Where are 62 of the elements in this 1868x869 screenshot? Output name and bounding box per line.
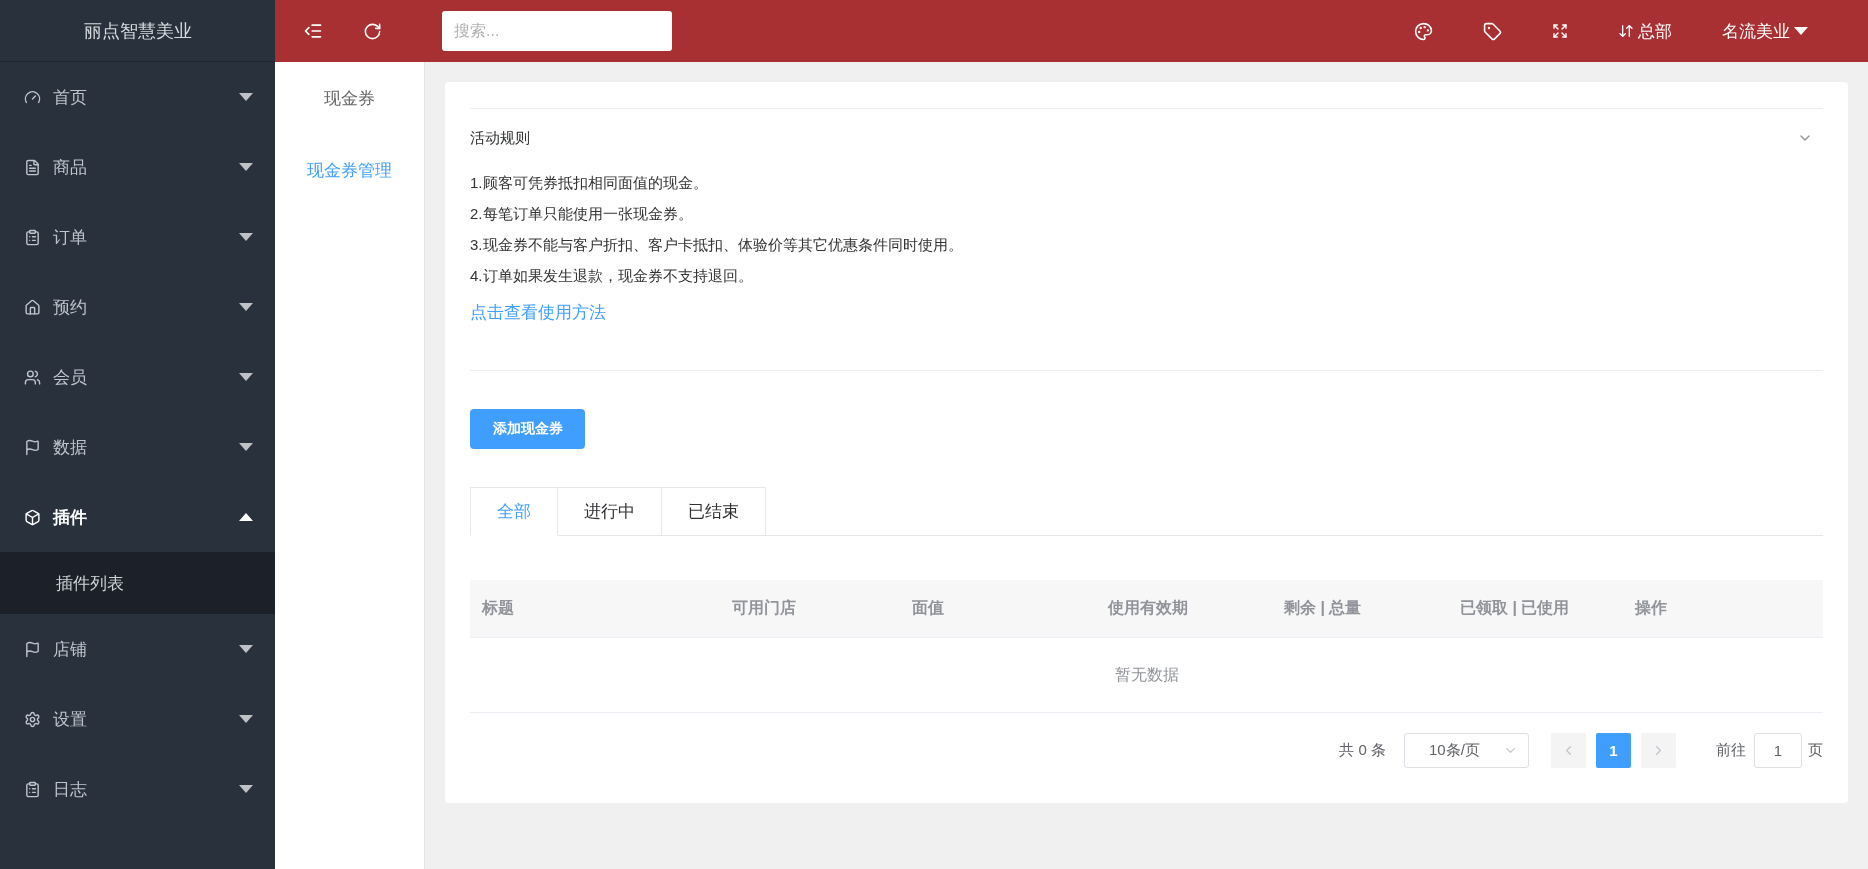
column-header: 剩余 | 总量	[1283, 598, 1363, 618]
sidebar-item[interactable]: 预约	[0, 272, 275, 342]
goto-page-field[interactable]: 1	[1754, 732, 1802, 768]
column-header: 面值	[911, 598, 945, 618]
sidebar-item[interactable]: 首页	[0, 62, 275, 132]
sidebar-item[interactable]: 日志	[0, 754, 275, 824]
caret-icon	[239, 93, 253, 101]
sidebar-item[interactable]: 商品	[0, 132, 275, 202]
column-header: 使用有效期	[1106, 598, 1189, 618]
caret-icon	[239, 163, 253, 171]
column-header: 操作	[1633, 598, 1668, 618]
document-icon	[24, 158, 41, 176]
rule-text: 2.每笔订单只能使用一张现金券。	[470, 204, 694, 224]
branch-button[interactable]: 总部	[1618, 19, 1672, 43]
menu-icon[interactable]	[303, 21, 323, 41]
total-count: 共 0 条	[1339, 740, 1386, 760]
goto-label: 前往	[1716, 740, 1746, 760]
empty-text: 暂无数据	[1114, 664, 1179, 685]
page-suffix: 页	[1808, 740, 1823, 760]
rule-text: 4.订单如果发生退款，现金券不支持退回。	[470, 266, 754, 286]
tag-icon[interactable]	[1483, 21, 1502, 41]
sidebar-item[interactable]: 订单	[0, 202, 275, 272]
clipboard-icon	[24, 780, 41, 798]
sidebar-item[interactable]: 店铺	[0, 614, 275, 684]
caret-icon	[239, 443, 253, 451]
rule-text: 3.现金券不能与客户折扣、客户卡抵扣、体验价等其它优惠条件同时使用。	[470, 235, 964, 255]
caret-icon	[239, 785, 253, 793]
arrows-icon	[1618, 23, 1634, 39]
tab[interactable]: 进行中	[558, 487, 662, 536]
caret-icon	[239, 645, 253, 653]
column-header: 已领取 | 已使用	[1459, 598, 1571, 618]
caret-icon	[239, 513, 253, 521]
fullscreen-icon[interactable]	[1552, 23, 1568, 39]
page-size-select[interactable]: 10条/页	[1404, 732, 1529, 768]
users-icon	[24, 368, 41, 386]
caret-icon	[239, 373, 253, 381]
clipboard-icon	[24, 228, 41, 246]
sidebar-item[interactable]: 数据	[0, 412, 275, 482]
account-menu[interactable]: 名流美业	[1722, 19, 1808, 43]
sidebar-item[interactable]: 插件	[0, 482, 275, 552]
rule-text: 1.顾客可凭券抵扣相同面值的现金。	[470, 173, 709, 193]
caret-icon	[239, 233, 253, 241]
sidebar-subitem[interactable]: 插件列表	[0, 552, 275, 614]
submenu-title: 现金券	[324, 87, 375, 110]
tab[interactable]: 已结束	[662, 487, 766, 536]
gauge-icon	[24, 88, 41, 106]
cube-icon	[24, 508, 41, 526]
search-field[interactable]: 搜索...	[442, 11, 672, 51]
sidebar-item[interactable]: 会员	[0, 342, 275, 412]
settings-icon	[24, 710, 41, 728]
caret-icon	[239, 303, 253, 311]
palette-icon[interactable]	[1414, 21, 1433, 41]
house-icon	[24, 298, 41, 316]
refresh-icon[interactable]	[363, 21, 382, 41]
sidebar-item[interactable]: 设置	[0, 684, 275, 754]
caret-icon	[239, 715, 253, 723]
column-header: 可用门店	[731, 598, 797, 618]
caret-icon	[1794, 27, 1808, 35]
flag-icon	[24, 438, 41, 456]
flag-icon	[24, 640, 41, 658]
column-header: 标题	[480, 598, 515, 618]
rules-collapse-header[interactable]: 活动规则	[470, 109, 1823, 167]
